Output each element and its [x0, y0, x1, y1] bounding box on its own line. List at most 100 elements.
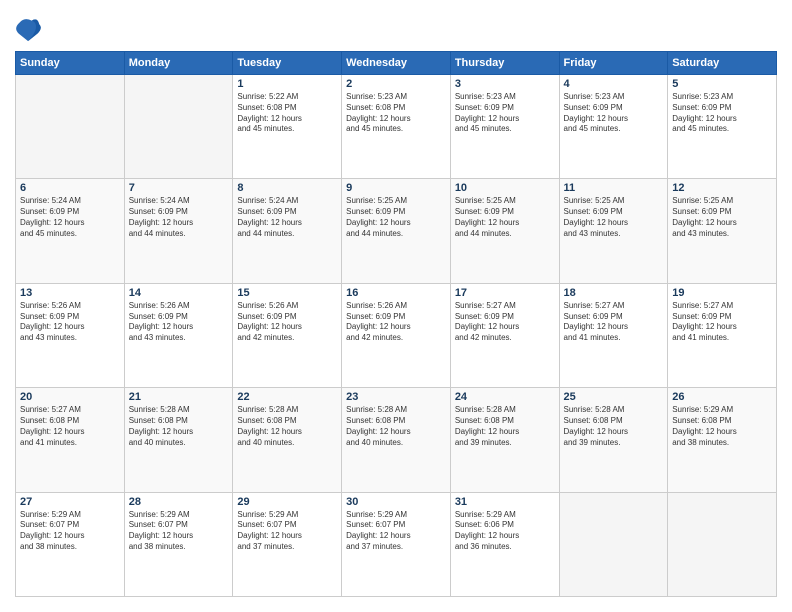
calendar-cell: 18 Sunrise: 5:27 AM Sunset: 6:09 PM Dayli… — [559, 283, 668, 387]
calendar-week-4: 20 Sunrise: 5:27 AM Sunset: 6:08 PM Dayli… — [16, 388, 777, 492]
calendar-cell: 5Sunrise: 5:23 AM Sunset: 6:09 PM Daylig… — [668, 75, 777, 179]
col-header-sunday: Sunday — [16, 52, 125, 75]
day-number: 30 — [346, 496, 446, 508]
calendar-cell: 29 Sunrise: 5:29 AM Sunset: 6:07 PM Dayli… — [233, 492, 342, 596]
calendar-cell: 17 Sunrise: 5:27 AM Sunset: 6:09 PM Dayli… — [450, 283, 559, 387]
day-number: 1 — [237, 78, 337, 90]
day-number: 31 — [455, 496, 555, 508]
calendar-cell: 6 Sunrise: 5:24 AM Sunset: 6:09 PM Daylig… — [16, 179, 125, 283]
day-number: 23 — [346, 391, 446, 403]
day-number: 8 — [237, 182, 337, 194]
day-number: 28 — [129, 496, 229, 508]
calendar-cell — [668, 492, 777, 596]
day-number: 12 — [672, 182, 772, 194]
day-info: Sunrise: 5:27 AM Sunset: 6:09 PM Dayligh… — [672, 301, 772, 344]
logo — [15, 15, 47, 43]
day-number: 16 — [346, 287, 446, 299]
calendar-cell: 8 Sunrise: 5:24 AM Sunset: 6:09 PM Daylig… — [233, 179, 342, 283]
calendar-cell: 3 Sunrise: 5:23 AM Sunset: 6:09 PM Daylig… — [450, 75, 559, 179]
day-number: 13 — [20, 287, 120, 299]
day-number: 20 — [20, 391, 120, 403]
day-info: Sunrise: 5:29 AM Sunset: 6:07 PM Dayligh… — [346, 510, 446, 553]
day-info: Sunrise: 5:25 AM Sunset: 6:09 PM Dayligh… — [346, 196, 446, 239]
day-number: 2 — [346, 78, 446, 90]
day-info: Sunrise: 5:29 AM Sunset: 6:08 PM Dayligh… — [672, 405, 772, 448]
day-number: 6 — [20, 182, 120, 194]
calendar-cell: 9 Sunrise: 5:25 AM Sunset: 6:09 PM Daylig… — [342, 179, 451, 283]
day-number: 3 — [455, 78, 555, 90]
day-info: Sunrise: 5:26 AM Sunset: 6:09 PM Dayligh… — [129, 301, 229, 344]
day-info: Sunrise: 5:29 AM Sunset: 6:06 PM Dayligh… — [455, 510, 555, 553]
day-info: Sunrise: 5:28 AM Sunset: 6:08 PM Dayligh… — [564, 405, 664, 448]
day-info: Sunrise: 5:27 AM Sunset: 6:09 PM Dayligh… — [564, 301, 664, 344]
calendar-cell: 22 Sunrise: 5:28 AM Sunset: 6:08 PM Dayli… — [233, 388, 342, 492]
day-number: 29 — [237, 496, 337, 508]
calendar-cell: 30 Sunrise: 5:29 AM Sunset: 6:07 PM Dayli… — [342, 492, 451, 596]
calendar-cell: 1Sunrise: 5:22 AM Sunset: 6:08 PM Daylig… — [233, 75, 342, 179]
calendar-cell: 10 Sunrise: 5:25 AM Sunset: 6:09 PM Dayli… — [450, 179, 559, 283]
day-info: Sunrise: 5:25 AM Sunset: 6:09 PM Dayligh… — [564, 196, 664, 239]
day-number: 14 — [129, 287, 229, 299]
calendar-cell: 23Sunrise: 5:28 AM Sunset: 6:08 PM Dayli… — [342, 388, 451, 492]
calendar-table: SundayMondayTuesdayWednesdayThursdayFrid… — [15, 51, 777, 597]
calendar-cell — [16, 75, 125, 179]
day-info: Sunrise: 5:25 AM Sunset: 6:09 PM Dayligh… — [672, 196, 772, 239]
calendar-cell — [559, 492, 668, 596]
col-header-monday: Monday — [124, 52, 233, 75]
day-number: 10 — [455, 182, 555, 194]
calendar-cell: 16 Sunrise: 5:26 AM Sunset: 6:09 PM Dayli… — [342, 283, 451, 387]
day-number: 4 — [564, 78, 664, 90]
day-info: Sunrise: 5:24 AM Sunset: 6:09 PM Dayligh… — [237, 196, 337, 239]
calendar-cell: 25Sunrise: 5:28 AM Sunset: 6:08 PM Dayli… — [559, 388, 668, 492]
calendar-cell: 13Sunrise: 5:26 AM Sunset: 6:09 PM Dayli… — [16, 283, 125, 387]
day-number: 27 — [20, 496, 120, 508]
calendar-cell: 7 Sunrise: 5:24 AM Sunset: 6:09 PM Daylig… — [124, 179, 233, 283]
calendar-cell: 12 Sunrise: 5:25 AM Sunset: 6:09 PM Dayli… — [668, 179, 777, 283]
calendar-cell — [124, 75, 233, 179]
day-info: Sunrise: 5:23 AM Sunset: 6:09 PM Dayligh… — [455, 92, 555, 135]
col-header-tuesday: Tuesday — [233, 52, 342, 75]
day-info: Sunrise: 5:24 AM Sunset: 6:09 PM Dayligh… — [129, 196, 229, 239]
calendar-cell: 24 Sunrise: 5:28 AM Sunset: 6:08 PM Dayli… — [450, 388, 559, 492]
day-info: Sunrise: 5:26 AM Sunset: 6:09 PM Dayligh… — [237, 301, 337, 344]
header — [15, 15, 777, 43]
day-number: 18 — [564, 287, 664, 299]
day-info: Sunrise: 5:29 AM Sunset: 6:07 PM Dayligh… — [20, 510, 120, 553]
day-number: 22 — [237, 391, 337, 403]
calendar-cell: 26Sunrise: 5:29 AM Sunset: 6:08 PM Dayli… — [668, 388, 777, 492]
day-info: Sunrise: 5:27 AM Sunset: 6:08 PM Dayligh… — [20, 405, 120, 448]
calendar-cell: 4 Sunrise: 5:23 AM Sunset: 6:09 PM Daylig… — [559, 75, 668, 179]
day-info: Sunrise: 5:28 AM Sunset: 6:08 PM Dayligh… — [455, 405, 555, 448]
calendar-cell: 11 Sunrise: 5:25 AM Sunset: 6:09 PM Dayli… — [559, 179, 668, 283]
calendar-week-5: 27 Sunrise: 5:29 AM Sunset: 6:07 PM Dayli… — [16, 492, 777, 596]
day-info: Sunrise: 5:25 AM Sunset: 6:09 PM Dayligh… — [455, 196, 555, 239]
day-number: 7 — [129, 182, 229, 194]
day-info: Sunrise: 5:23 AM Sunset: 6:08 PM Dayligh… — [346, 92, 446, 135]
day-info: Sunrise: 5:29 AM Sunset: 6:07 PM Dayligh… — [237, 510, 337, 553]
calendar-week-2: 6 Sunrise: 5:24 AM Sunset: 6:09 PM Daylig… — [16, 179, 777, 283]
day-info: Sunrise: 5:24 AM Sunset: 6:09 PM Dayligh… — [20, 196, 120, 239]
day-number: 24 — [455, 391, 555, 403]
day-info: Sunrise: 5:26 AM Sunset: 6:09 PM Dayligh… — [346, 301, 446, 344]
day-info: Sunrise: 5:27 AM Sunset: 6:09 PM Dayligh… — [455, 301, 555, 344]
day-number: 19 — [672, 287, 772, 299]
day-number: 9 — [346, 182, 446, 194]
day-number: 17 — [455, 287, 555, 299]
calendar-cell: 20 Sunrise: 5:27 AM Sunset: 6:08 PM Dayli… — [16, 388, 125, 492]
day-info: Sunrise: 5:28 AM Sunset: 6:08 PM Dayligh… — [129, 405, 229, 448]
calendar-cell: 21 Sunrise: 5:28 AM Sunset: 6:08 PM Dayli… — [124, 388, 233, 492]
calendar-cell: 27 Sunrise: 5:29 AM Sunset: 6:07 PM Dayli… — [16, 492, 125, 596]
calendar-cell: 15 Sunrise: 5:26 AM Sunset: 6:09 PM Dayli… — [233, 283, 342, 387]
calendar-cell: 31 Sunrise: 5:29 AM Sunset: 6:06 PM Dayli… — [450, 492, 559, 596]
calendar-cell: 14 Sunrise: 5:26 AM Sunset: 6:09 PM Dayli… — [124, 283, 233, 387]
day-number: 15 — [237, 287, 337, 299]
calendar-week-1: 1Sunrise: 5:22 AM Sunset: 6:08 PM Daylig… — [16, 75, 777, 179]
calendar-header-row: SundayMondayTuesdayWednesdayThursdayFrid… — [16, 52, 777, 75]
calendar-cell: 19 Sunrise: 5:27 AM Sunset: 6:09 PM Dayli… — [668, 283, 777, 387]
day-number: 11 — [564, 182, 664, 194]
day-info: Sunrise: 5:28 AM Sunset: 6:08 PM Dayligh… — [237, 405, 337, 448]
col-header-saturday: Saturday — [668, 52, 777, 75]
day-number: 21 — [129, 391, 229, 403]
day-number: 5 — [672, 78, 772, 90]
day-info: Sunrise: 5:23 AM Sunset: 6:09 PM Dayligh… — [564, 92, 664, 135]
